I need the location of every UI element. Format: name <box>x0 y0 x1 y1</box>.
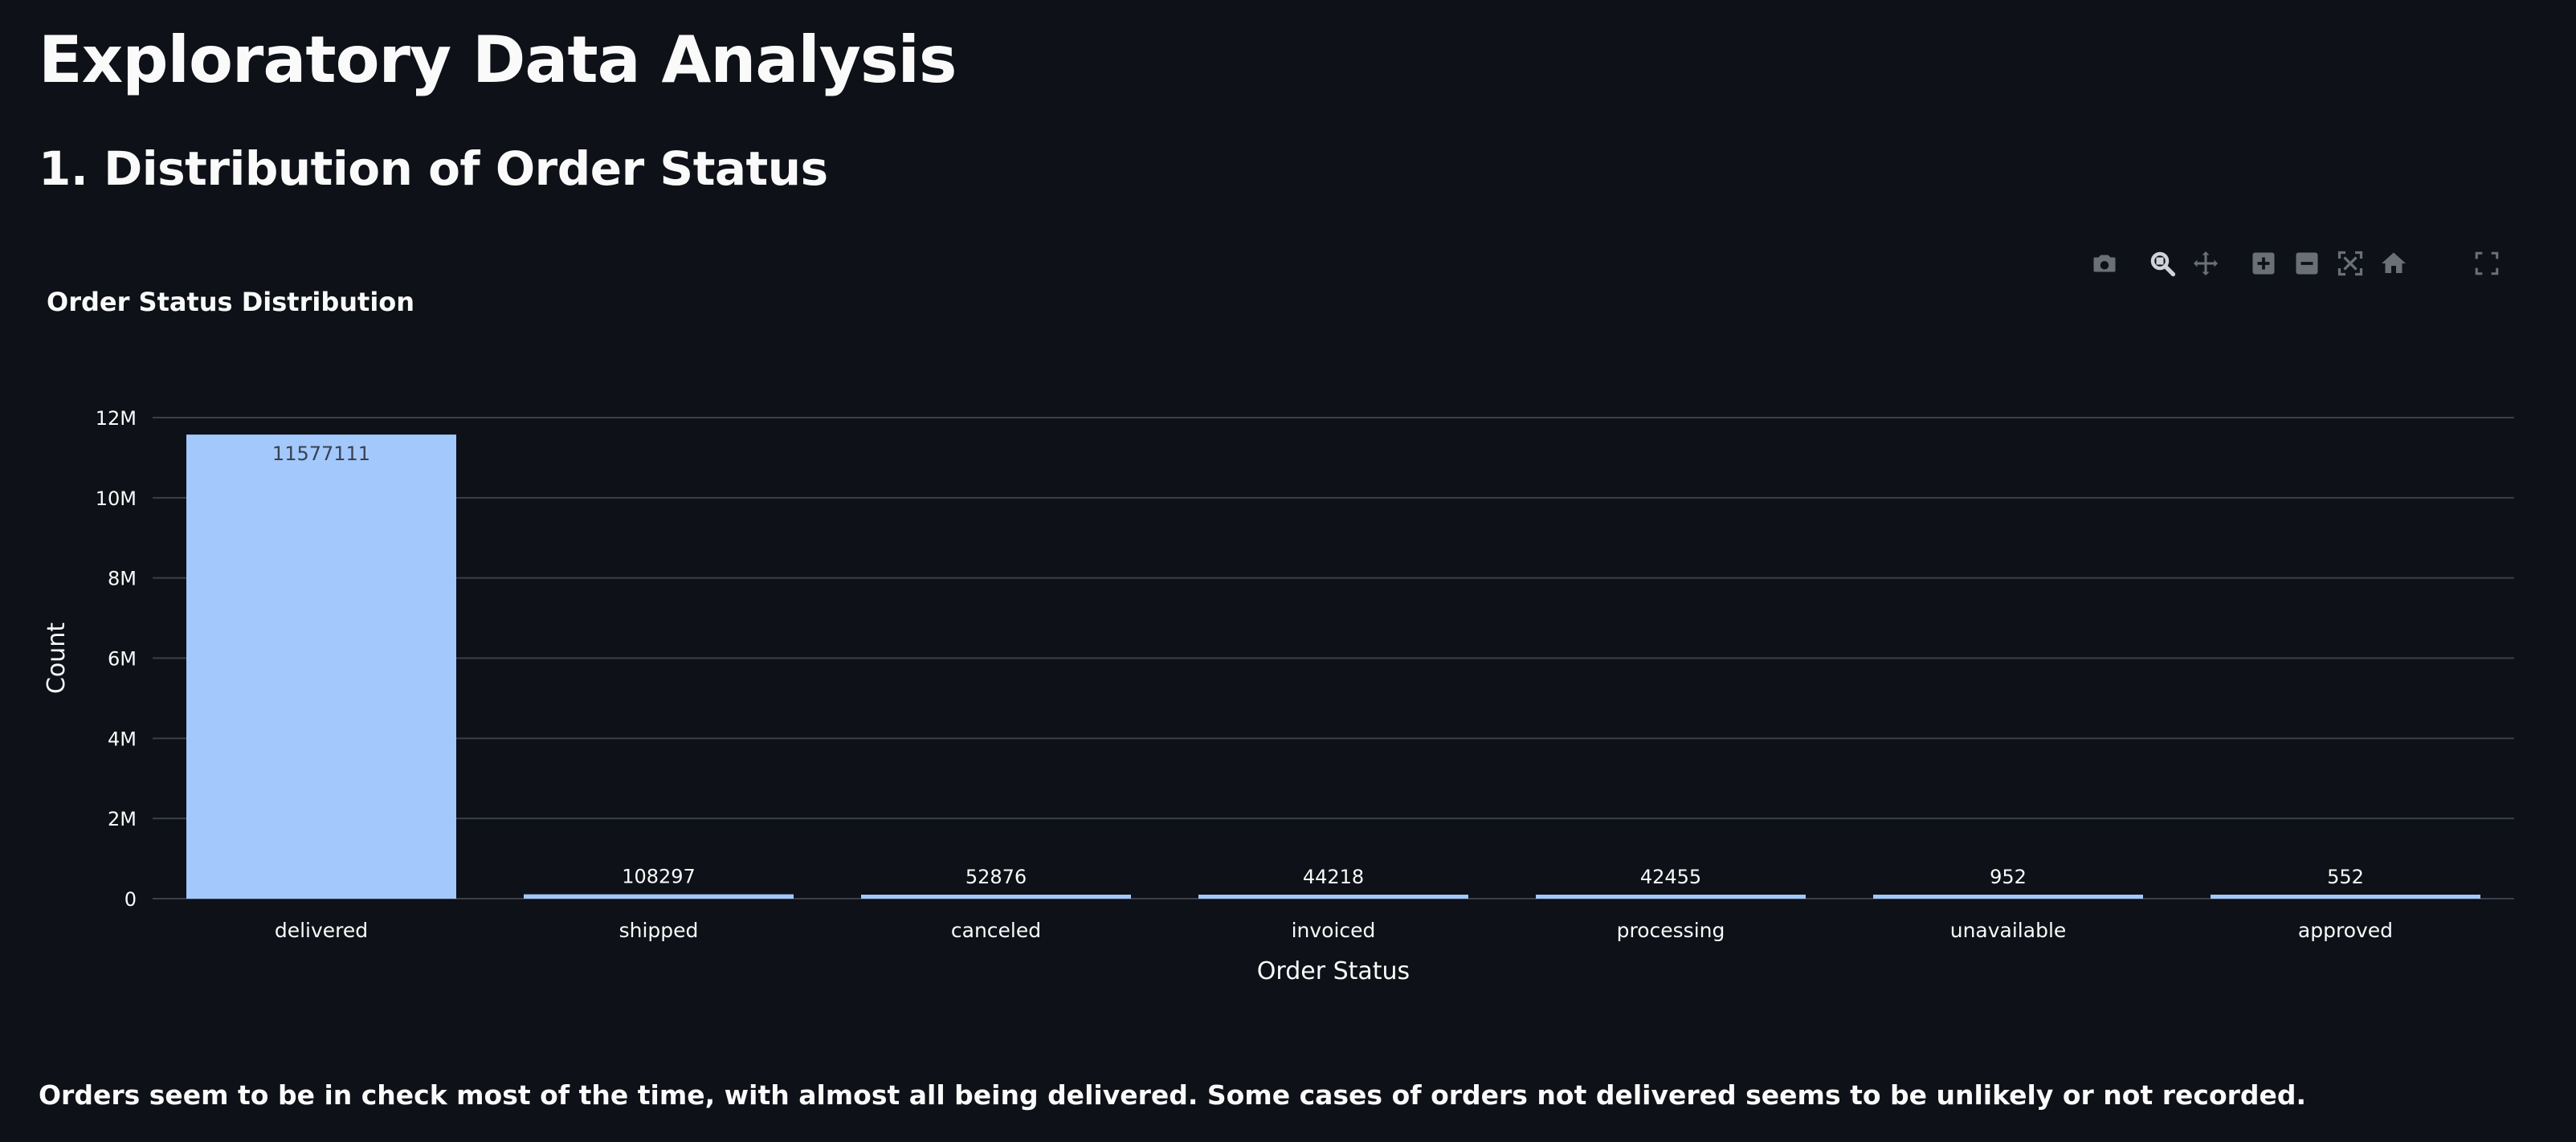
camera-icon[interactable] <box>2088 247 2121 279</box>
y-tick-label: 0 <box>125 888 137 911</box>
bar-approved <box>2211 895 2480 899</box>
x-tick-label: processing <box>1617 919 1725 942</box>
data-label: 52876 <box>965 866 1027 888</box>
y-tick-label: 8M <box>108 568 137 590</box>
y-tick-label: 12M <box>96 407 137 430</box>
x-axis-label: Order Status <box>1257 957 1410 985</box>
data-label: 11577111 <box>272 443 370 465</box>
zoom-in-icon[interactable] <box>2247 247 2280 279</box>
bar-shipped <box>524 894 794 899</box>
data-label: 552 <box>2327 866 2364 888</box>
x-tick-label: canceled <box>951 919 1041 942</box>
y-axis-label: Count <box>43 622 71 694</box>
zoom-out-icon[interactable] <box>2291 247 2323 279</box>
chart-container: Order Status Distribution 0 2M 4M 6M 8M 10M 12M… <box>32 233 2538 996</box>
x-tick-label: delivered <box>275 919 368 942</box>
fullscreen-icon[interactable] <box>2471 247 2503 279</box>
y-tick-label: 4M <box>108 728 137 750</box>
analysis-note: Orders seem to be in check most of the t… <box>39 1079 2307 1111</box>
x-tick-label: unavailable <box>1950 919 2067 942</box>
y-tick-label: 10M <box>96 487 137 510</box>
bar-processing <box>1536 895 1806 899</box>
data-label: 952 <box>1990 866 2027 888</box>
bar-unavailable <box>1873 895 2143 899</box>
y-tick-label: 6M <box>108 648 137 671</box>
x-tick-label: approved <box>2298 919 2393 942</box>
bar-chart: Order Status Distribution 0 2M 4M 6M 8M 10M 12M… <box>43 287 2514 985</box>
section-title: 1. Distribution of Order Status <box>39 141 828 196</box>
bar-canceled <box>861 895 1131 899</box>
bar-delivered <box>186 434 456 899</box>
bar-invoiced <box>1198 895 1468 899</box>
x-tick-label: invoiced <box>1292 919 1376 942</box>
data-label: 108297 <box>622 866 696 888</box>
chart-toolbar <box>2088 246 2421 281</box>
autoscale-icon[interactable] <box>2334 247 2366 279</box>
x-tick-label: shipped <box>619 919 699 942</box>
pan-icon[interactable] <box>2190 247 2222 279</box>
zoom-icon[interactable] <box>2146 247 2178 279</box>
data-label: 42455 <box>1640 866 1701 888</box>
y-tick-label: 2M <box>108 808 137 830</box>
reset-axes-icon[interactable] <box>2378 247 2410 279</box>
chart-title: Order Status Distribution <box>47 287 414 317</box>
page-title: Exploratory Data Analysis <box>39 22 957 97</box>
data-label: 44218 <box>1303 866 1364 888</box>
